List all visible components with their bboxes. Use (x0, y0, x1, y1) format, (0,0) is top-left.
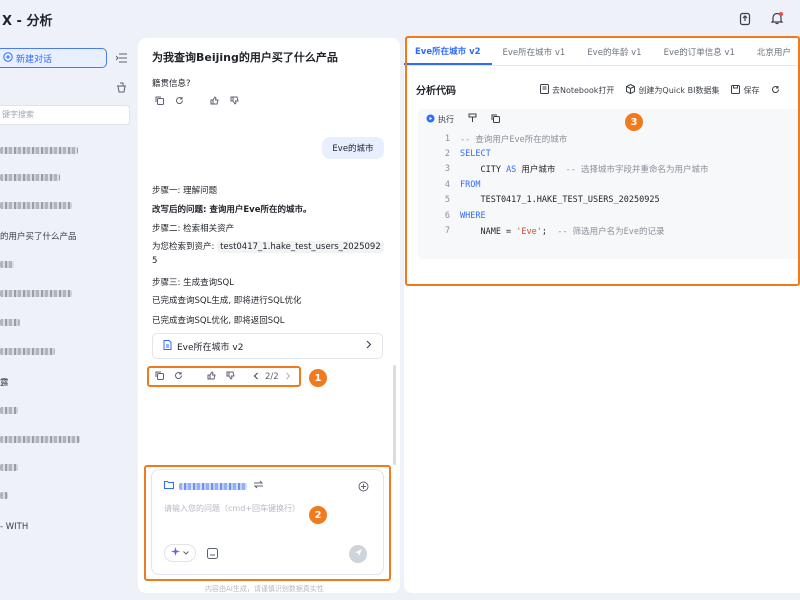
app-title: X - 分析 (2, 14, 53, 29)
history-search-input[interactable]: 键字搜索 (0, 105, 130, 125)
notification-bell-icon[interactable] (768, 9, 786, 27)
result-reference-card[interactable]: Eve所在城市 v2 (152, 333, 383, 359)
pager-prev-icon[interactable] (253, 372, 259, 383)
ai-disclaimer: 内容由AI生成，请谨慎识别数据真实性 (205, 585, 324, 593)
annotation-box-3 (405, 36, 800, 286)
history-item[interactable] (0, 202, 72, 209)
datasource-name (179, 482, 247, 490)
history-item[interactable] (0, 319, 20, 326)
thumbs-up-icon[interactable] (210, 96, 219, 108)
document-icon (163, 339, 172, 353)
asset-tag[interactable]: test0417_1.hake_test_users_2025092 (217, 241, 384, 253)
history-item[interactable] (0, 174, 60, 181)
step1-title: 步骤一: 理解问题 (152, 186, 218, 196)
reference-card-label: Eve所在城市 v2 (177, 342, 244, 353)
annotation-badge-1: 1 (309, 369, 327, 387)
datasource-selector[interactable] (164, 480, 247, 492)
history-item[interactable] (0, 436, 80, 443)
switch-datasource-icon[interactable] (253, 480, 264, 492)
history-item[interactable]: - WITH (0, 522, 28, 532)
history-item[interactable] (0, 261, 14, 268)
chat-input[interactable]: 请输入您的问题（cmd+回车键换行） (164, 503, 300, 514)
regenerate-icon[interactable] (175, 96, 184, 108)
step3-text-2: 已完成查询SQL优化, 即将返回SQL (152, 316, 285, 326)
annotation-badge-3: 3 (625, 113, 643, 131)
thumbs-down-icon[interactable] (230, 96, 239, 108)
chevron-down-icon (183, 548, 189, 558)
send-button[interactable] (349, 545, 367, 563)
regenerate-icon[interactable] (174, 371, 183, 383)
step2-title: 步骤二: 检索相关资产 (152, 224, 235, 234)
folder-icon (164, 480, 174, 492)
step2-asset-cont: 5 (152, 256, 158, 266)
user-message-bubble: Eve的城市 (322, 137, 384, 159)
collapse-sidebar-icon[interactable] (115, 53, 127, 66)
pager-text: 2/2 (265, 372, 279, 382)
copy-icon[interactable] (155, 371, 164, 383)
add-context-icon[interactable] (358, 481, 369, 495)
thumbs-up-icon[interactable] (207, 371, 216, 383)
step2-text: 为您检索到资产: test0417_1.hake_test_users_2025… (152, 240, 384, 253)
step3-text-1: 已完成查询SQL生成, 即将进行SQL优化 (152, 296, 302, 306)
plus-circle-icon (3, 51, 13, 65)
share-icon[interactable] (736, 10, 754, 28)
chevron-right-icon (366, 340, 372, 352)
history-item[interactable] (0, 407, 18, 414)
history-item[interactable] (0, 348, 55, 355)
history-item[interactable]: 的用户买了什么产品 (0, 230, 77, 242)
annotation-badge-2: 2 (309, 506, 327, 524)
new-chat-label: 新建对话 (16, 54, 53, 65)
answer-actions: 2/2 (155, 371, 291, 383)
chat-scrollbar[interactable] (393, 365, 396, 465)
image-upload-icon[interactable] (207, 548, 218, 562)
history-item[interactable]: 露 (0, 376, 9, 388)
top-bar (0, 0, 800, 38)
step2-prefix: 为您检索到资产: (152, 242, 215, 252)
history-item[interactable] (0, 464, 18, 471)
prev-answer-actions (155, 96, 239, 108)
chat-title: 为我查询Beijing的用户买了什么产品 (152, 51, 338, 64)
version-pager: 2/2 (253, 372, 291, 383)
thumbs-down-icon[interactable] (226, 371, 235, 383)
history-item[interactable] (0, 290, 72, 297)
sparkle-icon (171, 547, 180, 559)
copy-icon[interactable] (155, 96, 164, 108)
send-icon (354, 548, 363, 560)
previous-answer-text: 籍贯信息? (152, 79, 191, 89)
step3-title: 步骤三: 生成查询SQL (152, 278, 234, 288)
step1-text: 改写后的问题: 查询用户Eve所在的城市。 (152, 205, 312, 215)
clear-history-icon[interactable] (116, 82, 127, 96)
history-item[interactable] (0, 492, 8, 499)
history-item[interactable] (0, 147, 78, 154)
pager-next-icon[interactable] (285, 372, 291, 383)
model-selector[interactable] (164, 544, 196, 562)
new-chat-button[interactable]: 新建对话 (0, 48, 107, 68)
